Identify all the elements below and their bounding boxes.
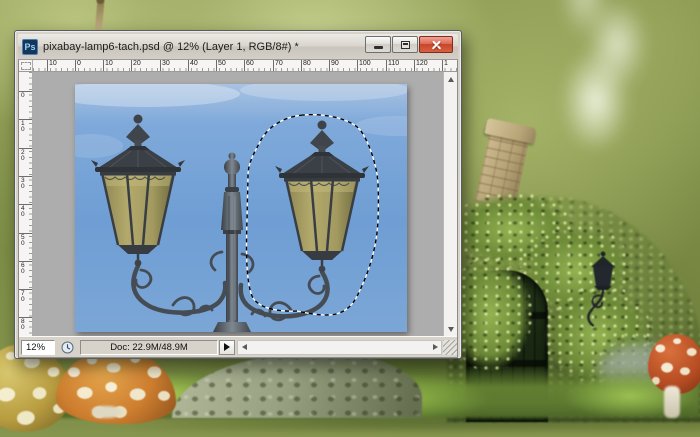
ruler-label: 50 <box>218 60 226 68</box>
left-ruler[interactable]: 0 1 0 2 0 3 0 4 0 5 0 6 0 7 0 8 0 <box>19 72 33 336</box>
ruler-label: 10 <box>105 60 113 68</box>
scroll-right-button[interactable] <box>429 341 441 354</box>
photoshop-document-window: Ps pixabay-lamp6-tach.psd @ 12% (Layer 1… <box>14 30 462 359</box>
canvas-area[interactable] <box>33 72 443 336</box>
maximize-icon <box>401 41 410 49</box>
ruler-origin-box[interactable] <box>19 60 33 72</box>
ruler-major-tick <box>75 60 76 71</box>
close-icon <box>431 39 442 50</box>
miniature-street-lantern <box>578 250 622 330</box>
maximize-button[interactable] <box>392 36 418 53</box>
mushroom-stem <box>664 386 680 418</box>
minimize-icon <box>374 46 383 49</box>
ruler-major-tick <box>357 60 358 71</box>
ruler-label: 120 <box>416 60 428 68</box>
lamp-photo <box>75 84 407 332</box>
chimney-smoke <box>528 0 663 147</box>
ruler-label: 7 0 <box>21 291 25 302</box>
minimize-button[interactable] <box>365 36 391 53</box>
arrow-down-icon <box>448 327 454 332</box>
ruler-major-tick <box>131 60 132 71</box>
mushroom-stem <box>92 406 120 418</box>
ruler-major-tick <box>301 60 302 71</box>
horizontal-scrollbar[interactable] <box>237 340 442 355</box>
zoom-level-field[interactable]: 12% <box>21 340 55 355</box>
ruler-label: 3 0 <box>21 178 25 189</box>
ruler-label: 10 <box>49 60 57 68</box>
ruler-major-tick <box>273 60 274 71</box>
scroll-down-button[interactable] <box>444 323 457 335</box>
status-menu-button[interactable] <box>219 340 235 355</box>
arrow-right-icon <box>433 344 438 350</box>
ruler-label: 40 <box>190 60 198 68</box>
top-ruler[interactable]: 1001020304050607080901001101201 <box>33 60 457 72</box>
ruler-label: 4 0 <box>21 206 25 217</box>
scroll-left-button[interactable] <box>238 341 250 354</box>
document-window-body: 1001020304050607080901001101201 01 02 03… <box>18 60 458 358</box>
ruler-label: 30 <box>162 60 170 68</box>
arrow-up-icon <box>448 77 454 82</box>
ruler-label: 90 <box>331 60 339 68</box>
photo-document[interactable] <box>75 84 407 332</box>
ruler-major-tick <box>414 60 415 71</box>
ruler-major-tick <box>329 60 330 71</box>
ruler-label: 6 0 <box>21 263 25 274</box>
ruler-label: 0 <box>77 60 81 68</box>
ruler-major-tick <box>103 60 104 71</box>
ruler-label: 1 <box>444 60 448 68</box>
photoshop-app-icon: Ps <box>22 39 38 55</box>
arrow-left-icon <box>242 344 247 350</box>
ruler-label: 100 <box>359 60 371 68</box>
resize-grip[interactable] <box>443 340 457 355</box>
window-titlebar[interactable]: Ps pixabay-lamp6-tach.psd @ 12% (Layer 1… <box>18 34 458 60</box>
ruler-major-tick <box>47 60 48 71</box>
ruler-label: 60 <box>246 60 254 68</box>
status-bar: 12% Doc: 22.9M/48.9M <box>19 336 457 357</box>
ruler-label: 70 <box>275 60 283 68</box>
ruler-label: 5 0 <box>21 235 25 246</box>
arrow-right-icon <box>224 343 230 351</box>
scroll-up-button[interactable] <box>444 73 457 85</box>
ruler-label: 8 0 <box>21 319 25 330</box>
ruler-label: 110 <box>388 60 399 68</box>
status-clock-icon <box>61 341 74 354</box>
vertical-scrollbar[interactable] <box>443 72 457 336</box>
ruler-label: 0 <box>21 93 25 99</box>
ruler-major-tick <box>244 60 245 71</box>
ruler-major-tick <box>188 60 189 71</box>
mushroom-cap-red <box>648 334 700 394</box>
ruler-label: 2 0 <box>21 150 25 161</box>
close-button[interactable] <box>419 36 453 53</box>
ruler-major-tick <box>216 60 217 71</box>
ruler-major-tick <box>442 60 443 71</box>
ruler-major-tick <box>386 60 387 71</box>
window-controls <box>365 36 453 53</box>
ruler-label: 80 <box>303 60 311 68</box>
ruler-major-tick <box>160 60 161 71</box>
ruler-label: 20 <box>133 60 141 68</box>
ruler-label: 1 0 <box>21 121 25 132</box>
document-info: Doc: 22.9M/48.9M <box>80 340 218 355</box>
